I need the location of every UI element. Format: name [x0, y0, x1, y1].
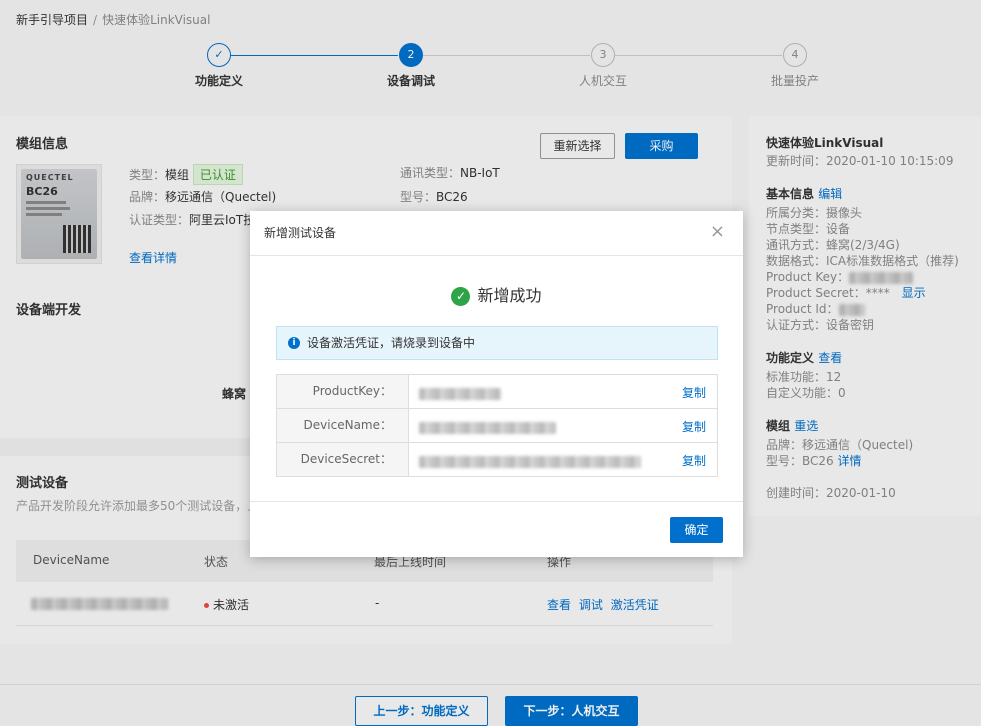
product-key-label: ProductKey： — [277, 375, 409, 408]
redacted-value — [419, 455, 641, 468]
credentials-table: ProductKey： 复制 DeviceName： 复制 DeviceSecr… — [276, 374, 718, 477]
dialog-title: 新增测试设备 — [264, 226, 337, 240]
alert-text: 设备激活凭证，请烧录到设备中 — [307, 336, 476, 350]
copy-device-name-link[interactable]: 复制 — [682, 418, 706, 435]
info-icon: i — [288, 337, 300, 349]
success-message: ✓ 新增成功 — [250, 282, 743, 306]
success-text: 新增成功 — [477, 286, 542, 305]
success-check-icon: ✓ — [451, 287, 471, 306]
product-key-value — [419, 386, 501, 400]
add-test-device-dialog: 新增测试设备 × ✓ 新增成功 i 设备激活凭证，请烧录到设备中 ProductKe… — [250, 211, 743, 557]
redacted-value — [419, 387, 501, 400]
confirm-button[interactable]: 确定 — [670, 517, 723, 543]
device-secret-label: DeviceSecret： — [277, 443, 409, 476]
credential-row: DeviceName： 复制 — [277, 409, 717, 443]
device-name-label: DeviceName： — [277, 409, 409, 442]
close-icon[interactable]: × — [710, 223, 725, 241]
credential-row: ProductKey： 复制 — [277, 375, 717, 409]
copy-product-key-link[interactable]: 复制 — [682, 384, 706, 401]
dialog-footer-divider — [250, 501, 743, 502]
copy-device-secret-link[interactable]: 复制 — [682, 452, 706, 469]
device-secret-value — [419, 454, 641, 468]
device-name-value — [419, 420, 556, 434]
redacted-value — [419, 421, 556, 434]
info-alert: i 设备激活凭证，请烧录到设备中 — [276, 326, 718, 360]
credential-row: DeviceSecret： 复制 — [277, 443, 717, 477]
dialog-header-divider — [250, 255, 743, 256]
